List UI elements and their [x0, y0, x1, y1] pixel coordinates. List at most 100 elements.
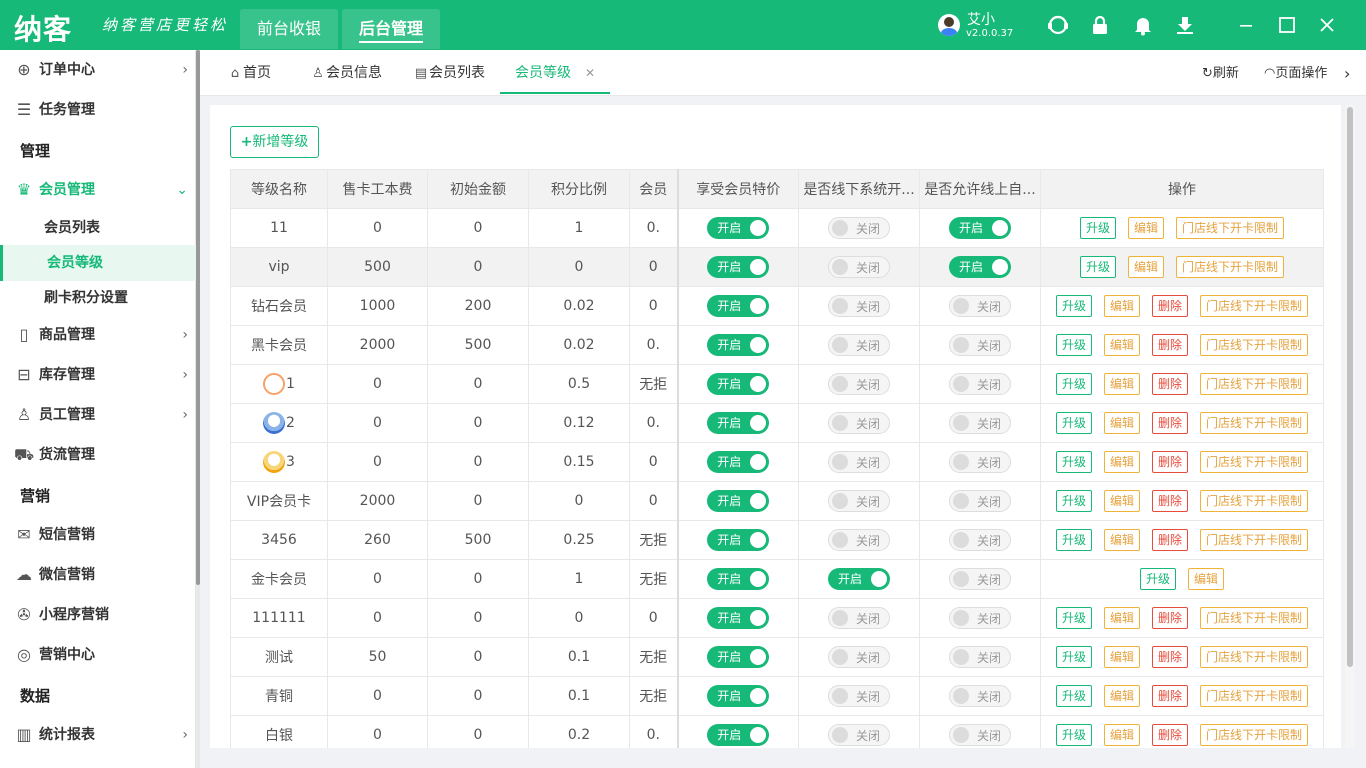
sidebar-item-member-level[interactable]: 会员等级 — [0, 245, 196, 281]
offline-toggle[interactable]: 关闭 — [828, 373, 890, 395]
delete-button[interactable]: 删除 — [1152, 412, 1189, 434]
sidebar-item-member-list[interactable]: 会员列表 — [0, 210, 196, 246]
close-icon[interactable] — [1316, 14, 1338, 36]
sidebar-item-tasks[interactable]: ☰ 任务管理 — [0, 90, 196, 130]
edit-button[interactable]: 编辑 — [1188, 568, 1225, 590]
sidebar-item-member-manage[interactable]: ♛ 会员管理 ⌄ — [0, 170, 196, 210]
online-toggle[interactable]: 关闭 — [949, 412, 1011, 434]
refresh-button[interactable]: ↻刷新 — [1202, 50, 1239, 96]
tab-home[interactable]: ⌂ 首页 — [227, 50, 271, 94]
edit-button[interactable]: 编辑 — [1127, 256, 1164, 278]
upgrade-button[interactable]: 升级 — [1055, 412, 1092, 434]
minimize-icon[interactable] — [1235, 14, 1257, 36]
upgrade-button[interactable]: 升级 — [1079, 217, 1116, 239]
online-toggle[interactable]: 关闭 — [949, 607, 1011, 629]
special-toggle[interactable]: 开启 — [707, 451, 770, 473]
online-toggle[interactable]: 关闭 — [949, 568, 1011, 590]
sidebar-item-marketing-center[interactable]: ◎ 营销中心 — [0, 635, 196, 675]
upgrade-button[interactable]: 升级 — [1055, 334, 1092, 356]
offline-toggle[interactable]: 关闭 — [828, 724, 890, 746]
edit-button[interactable]: 编辑 — [1103, 451, 1140, 473]
online-toggle[interactable]: 关闭 — [949, 334, 1011, 356]
delete-button[interactable]: 删除 — [1152, 295, 1189, 317]
sidebar-item-logistics[interactable]: ⛟ 货流管理 — [0, 435, 196, 475]
online-toggle[interactable]: 开启 — [949, 217, 1011, 239]
store-limit-button[interactable]: 门店线下开卡限制 — [1200, 724, 1309, 746]
online-toggle[interactable]: 关闭 — [949, 685, 1011, 707]
offline-toggle[interactable]: 关闭 — [828, 685, 890, 707]
tab-back-office[interactable]: 后台管理 — [342, 9, 440, 49]
offline-toggle[interactable]: 关闭 — [828, 412, 890, 434]
online-toggle[interactable]: 关闭 — [949, 295, 1011, 317]
store-limit-button[interactable]: 门店线下开卡限制 — [1200, 373, 1309, 395]
offline-toggle[interactable]: 关闭 — [828, 451, 890, 473]
add-level-button[interactable]: +新增等级 — [230, 126, 319, 158]
edit-button[interactable]: 编辑 — [1103, 295, 1140, 317]
delete-button[interactable]: 删除 — [1152, 529, 1189, 551]
avatar[interactable] — [938, 14, 960, 36]
edit-button[interactable]: 编辑 — [1103, 529, 1140, 551]
bell-icon[interactable] — [1132, 14, 1154, 36]
store-limit-button[interactable]: 门店线下开卡限制 — [1176, 256, 1285, 278]
upgrade-button[interactable]: 升级 — [1055, 451, 1092, 473]
special-toggle[interactable]: 开启 — [707, 724, 770, 746]
online-toggle[interactable]: 关闭 — [949, 724, 1011, 746]
store-limit-button[interactable]: 门店线下开卡限制 — [1200, 685, 1309, 707]
upgrade-button[interactable]: 升级 — [1055, 607, 1092, 629]
online-toggle[interactable]: 关闭 — [949, 646, 1011, 668]
special-toggle[interactable]: 开启 — [707, 412, 770, 434]
sidebar-item-staff[interactable]: ♙ 员工管理 › — [0, 395, 196, 435]
store-limit-button[interactable]: 门店线下开卡限制 — [1200, 646, 1309, 668]
sidebar-item-card-points[interactable]: 刷卡积分设置 — [0, 280, 196, 316]
special-toggle[interactable]: 开启 — [707, 373, 770, 395]
store-limit-button[interactable]: 门店线下开卡限制 — [1200, 490, 1309, 512]
upgrade-button[interactable]: 升级 — [1055, 685, 1092, 707]
special-toggle[interactable]: 开启 — [707, 529, 770, 551]
maximize-icon[interactable] — [1276, 14, 1298, 36]
upgrade-button[interactable]: 升级 — [1055, 490, 1092, 512]
offline-toggle[interactable]: 关闭 — [828, 646, 890, 668]
delete-button[interactable]: 删除 — [1152, 685, 1189, 707]
sidebar-item-wechat[interactable]: ☁ 微信营销 — [0, 555, 196, 595]
store-limit-button[interactable]: 门店线下开卡限制 — [1200, 607, 1309, 629]
delete-button[interactable]: 删除 — [1152, 724, 1189, 746]
special-toggle[interactable]: 开启 — [707, 217, 770, 239]
special-toggle[interactable]: 开启 — [707, 334, 770, 356]
special-toggle[interactable]: 开启 — [707, 646, 770, 668]
online-toggle[interactable]: 关闭 — [949, 373, 1011, 395]
user-name[interactable]: 艾小 — [967, 9, 995, 29]
sidebar-item-inventory[interactable]: ⊟ 库存管理 › — [0, 355, 196, 395]
sidebar-scrollbar[interactable] — [196, 50, 200, 768]
store-limit-button[interactable]: 门店线下开卡限制 — [1200, 295, 1309, 317]
offline-toggle[interactable]: 关闭 — [828, 256, 890, 278]
lock-icon[interactable] — [1089, 14, 1111, 36]
offline-toggle[interactable]: 关闭 — [828, 529, 890, 551]
store-limit-button[interactable]: 门店线下开卡限制 — [1200, 451, 1309, 473]
close-tab-icon[interactable]: ✕ — [585, 66, 595, 80]
edit-button[interactable]: 编辑 — [1103, 685, 1140, 707]
edit-button[interactable]: 编辑 — [1103, 724, 1140, 746]
upgrade-button[interactable]: 升级 — [1055, 724, 1092, 746]
offline-toggle[interactable]: 关闭 — [828, 607, 890, 629]
edit-button[interactable]: 编辑 — [1103, 490, 1140, 512]
edit-button[interactable]: 编辑 — [1103, 646, 1140, 668]
tab-member-info[interactable]: ♙ 会员信息 — [310, 50, 382, 94]
support-icon[interactable] — [1047, 14, 1069, 36]
offline-toggle[interactable]: 关闭 — [828, 334, 890, 356]
sidebar-item-sms[interactable]: ✉ 短信营销 — [0, 515, 196, 555]
delete-button[interactable]: 删除 — [1152, 373, 1189, 395]
edit-button[interactable]: 编辑 — [1103, 334, 1140, 356]
store-limit-button[interactable]: 门店线下开卡限制 — [1176, 217, 1285, 239]
edit-button[interactable]: 编辑 — [1103, 412, 1140, 434]
edit-button[interactable]: 编辑 — [1103, 607, 1140, 629]
upgrade-button[interactable]: 升级 — [1055, 646, 1092, 668]
edit-button[interactable]: 编辑 — [1103, 373, 1140, 395]
store-limit-button[interactable]: 门店线下开卡限制 — [1200, 334, 1309, 356]
upgrade-button[interactable]: 升级 — [1139, 568, 1176, 590]
online-toggle[interactable]: 关闭 — [949, 490, 1011, 512]
store-limit-button[interactable]: 门店线下开卡限制 — [1200, 529, 1309, 551]
special-toggle[interactable]: 开启 — [707, 295, 770, 317]
delete-button[interactable]: 删除 — [1152, 490, 1189, 512]
delete-button[interactable]: 删除 — [1152, 607, 1189, 629]
special-toggle[interactable]: 开启 — [707, 607, 770, 629]
